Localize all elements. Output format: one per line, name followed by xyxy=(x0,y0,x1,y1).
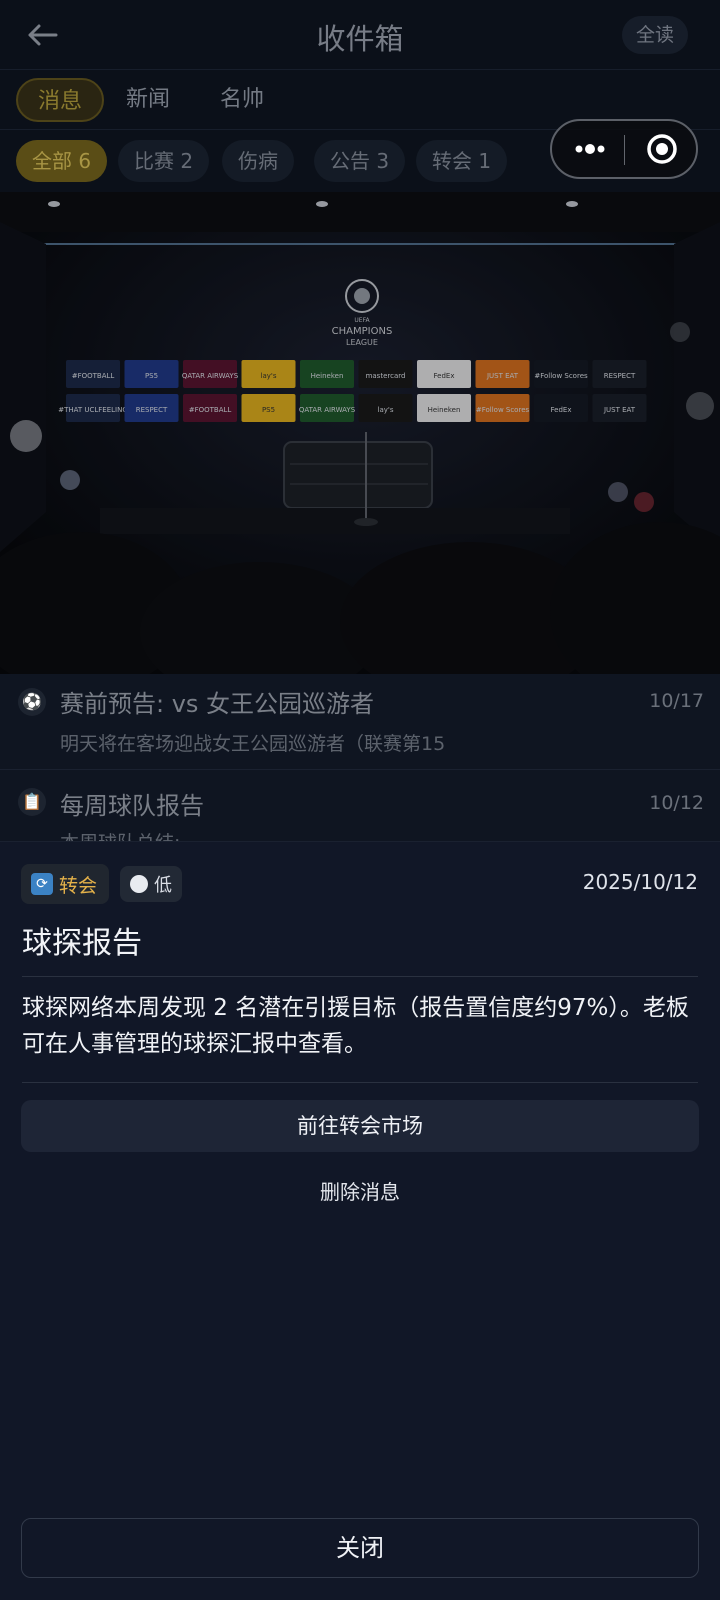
message-date: 10/12 xyxy=(649,792,704,814)
press-conference-image: UEFA CHAMPIONS LEAGUE #FOOTBALL PS5 QATAR … xyxy=(0,192,720,674)
soccer-ball-icon: ⚽ xyxy=(18,688,46,716)
filter-matches[interactable]: 比赛 2 xyxy=(118,140,210,182)
close-button[interactable]: 关闭 xyxy=(21,1518,699,1578)
category-label: 转会 xyxy=(59,874,98,897)
miniprogram-capsule xyxy=(550,119,698,179)
message-preview: 明天将在客场迎战女王公园巡游者（联赛第15 xyxy=(60,733,446,755)
clipboard-icon: 📋 xyxy=(18,788,46,816)
detail-body: 球探网络本周发现 2 名潜在引援目标（报告置信度约97%）。老板可在人事管理的球… xyxy=(22,995,689,1057)
filter-announcements[interactable]: 公告 3 xyxy=(314,140,406,182)
page-title: 收件箱 xyxy=(316,22,404,56)
transfer-refresh-icon: ⟳ xyxy=(31,873,53,895)
inbox-screen: 收件箱 全读 消息 新闻 名帅 全部 6 比赛 2 伤病 公告 3 转会 1 U… xyxy=(0,0,720,1600)
delete-message-button[interactable]: 删除消息 xyxy=(0,1176,720,1205)
detail-title: 球探报告 xyxy=(22,926,142,961)
message-date: 10/17 xyxy=(649,690,704,712)
filter-all[interactable]: 全部 6 xyxy=(16,140,108,182)
category-badge: ⟳ 转会 xyxy=(21,864,110,904)
go-to-transfer-market-button[interactable]: 前往转会市场 xyxy=(21,1100,699,1152)
read-all-button[interactable]: 全读 xyxy=(621,16,688,54)
priority-label: 低 xyxy=(154,875,172,896)
tab-messages[interactable]: 消息 xyxy=(16,78,105,122)
list-item[interactable]: 📋 每周球队报告 10/12 本周球队总结: xyxy=(0,770,720,842)
divider xyxy=(22,976,698,977)
priority-dot-icon xyxy=(130,875,148,893)
tab-news[interactable]: 新闻 xyxy=(126,78,170,122)
tab-managers[interactable]: 名帅 xyxy=(220,78,264,122)
list-item[interactable]: ⚽ 赛前预告: vs 女王公园巡游者 10/17 明天将在客场迎战女王公园巡游者… xyxy=(0,674,720,770)
top-bar: 收件箱 全读 xyxy=(0,0,720,70)
detail-date: 2025/10/12 xyxy=(582,870,698,894)
capsule-divider xyxy=(624,135,625,165)
close-miniprogram-icon[interactable] xyxy=(636,129,688,169)
message-detail-sheet: ⟳ 转会 低 2025/10/12 球探报告 球探网络本周发现 2 名潜在引援目… xyxy=(0,842,720,1600)
filter-injuries[interactable]: 伤病 xyxy=(222,140,294,182)
message-preview: 本周球队总结: xyxy=(60,828,180,841)
more-menu-icon[interactable] xyxy=(562,129,618,169)
priority-badge: 低 xyxy=(120,866,182,902)
message-title: 每周球队报告 xyxy=(60,792,204,820)
divider xyxy=(22,1082,698,1083)
filter-transfers[interactable]: 转会 1 xyxy=(416,140,508,182)
message-title: 赛前预告: vs 女王公园巡游者 xyxy=(60,690,375,718)
